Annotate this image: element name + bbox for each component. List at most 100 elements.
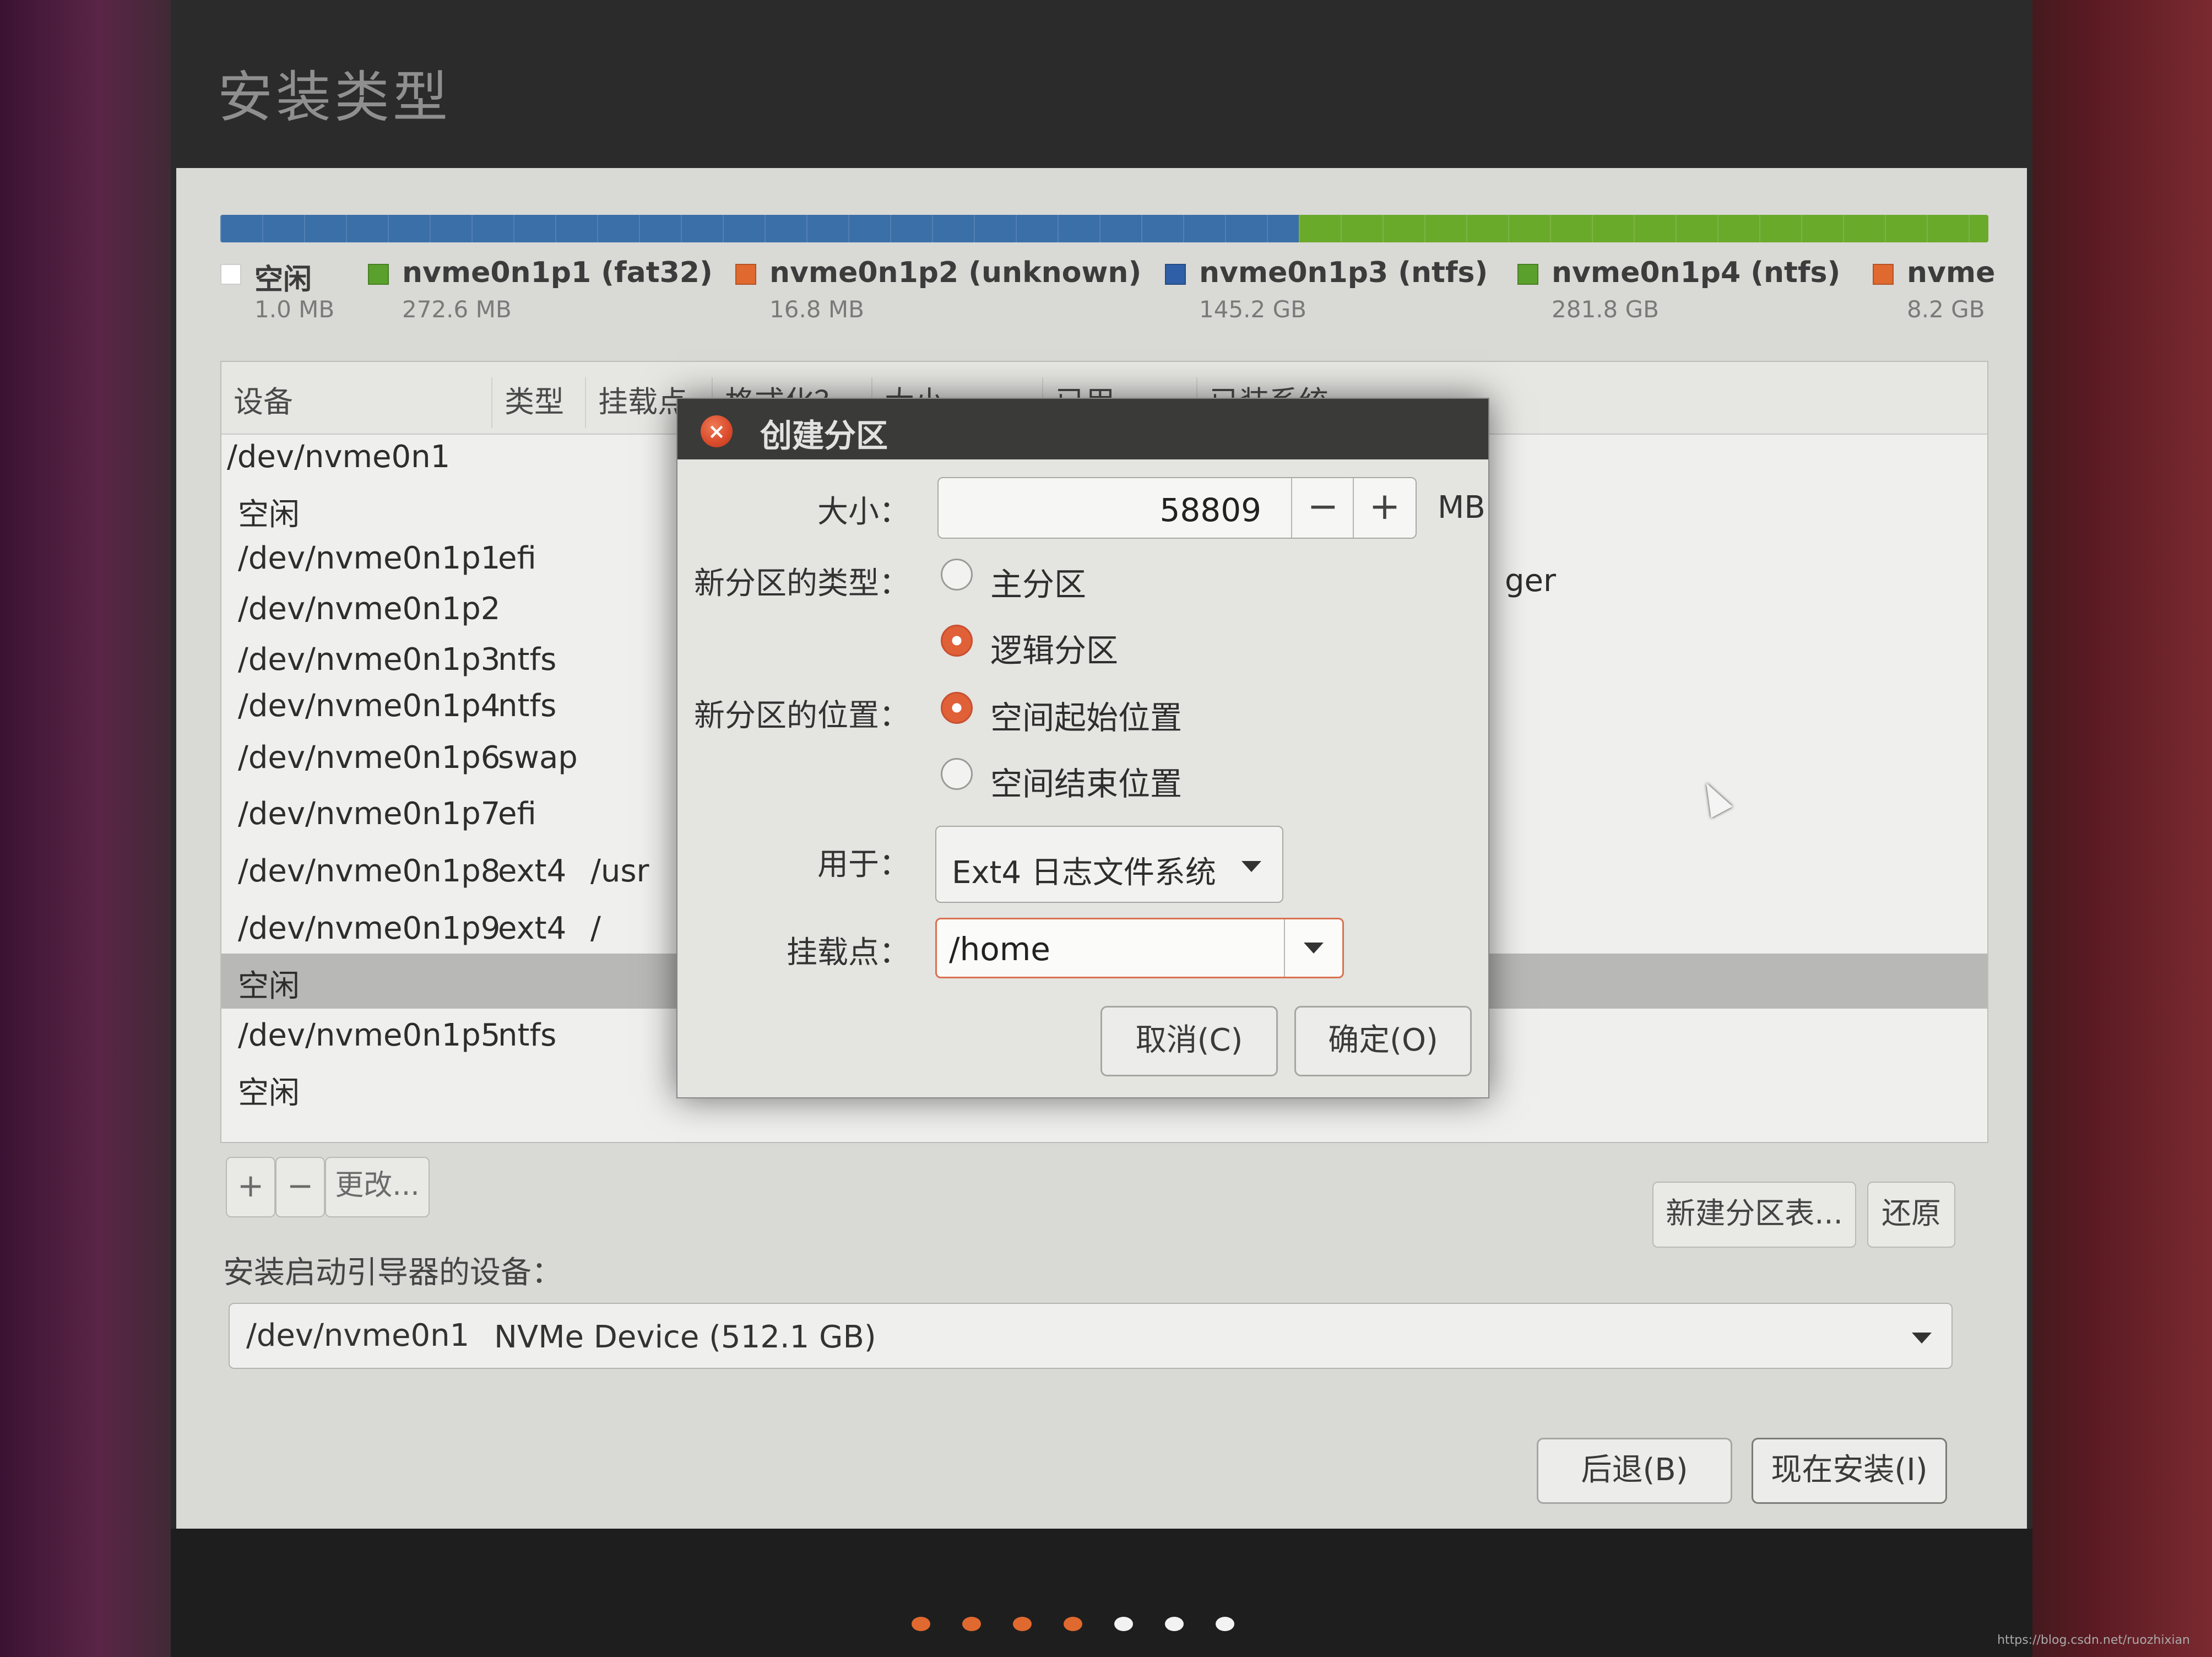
legend-swatch [1517, 264, 1538, 285]
legend-name: nvme0n1p2 (unknown) [769, 256, 1142, 289]
revert-button[interactable]: 还原 [1867, 1182, 1955, 1248]
row-type: efi [498, 796, 536, 832]
progress-dot [912, 1617, 930, 1631]
dialog-title: 创建分区 [760, 417, 888, 454]
row-type: ntfs [498, 642, 557, 678]
size-label: 大小： [817, 494, 910, 530]
size-decrement-button[interactable]: − [1291, 478, 1354, 538]
column-header-type[interactable]: 类型 [491, 377, 585, 428]
size-unit: MB [1438, 490, 1485, 526]
radio-logical-label[interactable]: 逻辑分区 [990, 625, 1118, 671]
row-device: /dev/nvme0n1p9 [238, 911, 501, 946]
column-header-device[interactable]: 设备 [221, 377, 491, 428]
boot-loader-device-select[interactable]: /dev/nvme0n1 NVMe Device (512.1 GB) [229, 1303, 1953, 1369]
row-type: ntfs [498, 1017, 557, 1053]
install-now-button[interactable]: 现在安装(I) [1752, 1438, 1947, 1504]
boot-device-name: /dev/nvme0n1 [246, 1318, 470, 1353]
row-type: efi [498, 540, 536, 576]
add-partition-button[interactable]: + [226, 1157, 275, 1217]
row-type: ext4 [498, 911, 567, 946]
legend-swatch [1873, 264, 1894, 285]
legend-name: nvme0n1p3 (ntfs) [1199, 256, 1488, 289]
progress-dot [1216, 1617, 1234, 1631]
radio-primary[interactable] [941, 559, 973, 591]
legend-size: 145.2 GB [1199, 296, 1306, 323]
size-value: 58809 [1159, 491, 1261, 529]
row-system-partial: ger [1505, 563, 1557, 599]
radio-logical[interactable] [941, 625, 973, 657]
size-increment-button[interactable]: + [1353, 478, 1416, 538]
row-device: /dev/nvme0n1p8 [238, 853, 501, 889]
row-type: ext4 [498, 853, 567, 889]
legend-size: 272.6 MB [402, 296, 512, 323]
row-device: /dev/nvme0n1p7 [238, 796, 501, 832]
new-partition-table-button[interactable]: 新建分区表... [1652, 1182, 1856, 1248]
legend-swatch [220, 264, 241, 285]
row-device: /dev/nvme0n1p4 [238, 688, 501, 724]
create-partition-dialog: × 创建分区 大小： 58809 − + MB 新分区的类型： 主分区 逻辑分区… [676, 398, 1489, 1098]
mount-point-label: 挂载点： [787, 935, 910, 971]
watermark: https://blog.csdn.net/ruozhixian [1997, 1633, 2190, 1647]
page-title: 安装类型 [218, 65, 451, 129]
filesystem-value: Ext4 日志文件系统 [952, 855, 1216, 891]
legend-size: 8.2 GB [1907, 296, 1985, 323]
radio-location-end-label[interactable]: 空间结束位置 [990, 758, 1182, 804]
radio-primary-label[interactable]: 主分区 [990, 559, 1086, 605]
desktop-background-left [0, 0, 182, 1657]
legend-swatch [1165, 264, 1186, 285]
row-device: 空闲 [238, 968, 300, 1004]
partition-legend: 空闲 1.0 MB nvme0n1p1 (fat32) 272.6 MB nvm… [220, 256, 2005, 344]
change-partition-button[interactable]: 更改... [325, 1157, 430, 1217]
progress-dot [1064, 1617, 1082, 1631]
row-type: ntfs [498, 688, 557, 724]
use-as-label: 用于： [817, 847, 910, 882]
row-device: /dev/nvme0n1p3 [238, 642, 501, 678]
row-device: /dev/nvme0n1p5 [238, 1017, 501, 1053]
size-spinbox[interactable]: 58809 − + [937, 477, 1417, 539]
partition-bar-segment-ntfs-p3 [220, 215, 1299, 242]
progress-dot [962, 1617, 981, 1631]
progress-footer [171, 1529, 2032, 1657]
boot-device-description: NVMe Device (512.1 GB) [494, 1319, 876, 1355]
legend-name: nvme0n1p4 (ntfs) [1552, 256, 1841, 289]
radio-location-begin[interactable] [941, 692, 973, 724]
progress-dot [1013, 1617, 1032, 1631]
row-mount: / [590, 911, 601, 946]
legend-name: 空闲 [254, 263, 312, 296]
filesystem-select[interactable]: Ext4 日志文件系统 [935, 826, 1283, 903]
mount-point-dropdown-button[interactable] [1284, 919, 1342, 977]
chevron-down-icon [1912, 1333, 1932, 1344]
back-button[interactable]: 后退(B) [1537, 1438, 1732, 1504]
legend-size: 16.8 MB [769, 296, 864, 323]
partition-type-label: 新分区的类型： [694, 566, 910, 602]
chevron-down-icon [1304, 943, 1324, 954]
row-device: /dev/nvme0n1p6 [238, 740, 501, 776]
legend-size: 1.0 MB [254, 296, 335, 323]
row-device: /dev/nvme0n1p2 [238, 591, 501, 627]
boot-loader-label: 安装启动引导器的设备： [223, 1255, 562, 1291]
dialog-titlebar: × 创建分区 [677, 399, 1488, 459]
row-type: swap [498, 740, 578, 776]
close-icon[interactable]: × [701, 415, 733, 447]
partition-location-label: 新分区的位置： [694, 698, 910, 734]
progress-dot [1165, 1617, 1184, 1631]
row-device: 空闲 [238, 497, 300, 533]
cancel-button[interactable]: 取消(C) [1100, 1006, 1278, 1076]
partition-bar [220, 215, 1988, 242]
mount-point-combo[interactable]: /home [935, 918, 1344, 978]
legend-name: nvme [1907, 256, 1996, 289]
partition-bar-segment-ntfs-p4 [1299, 215, 1988, 242]
row-mount: /usr [590, 853, 649, 889]
radio-location-end[interactable] [941, 758, 973, 790]
chevron-down-icon [1241, 861, 1261, 872]
remove-partition-button[interactable]: − [275, 1157, 325, 1217]
progress-dot [1114, 1617, 1133, 1631]
legend-swatch [368, 264, 389, 285]
mount-point-input[interactable]: /home [949, 930, 1050, 968]
row-device: /dev/nvme0n1p1 [238, 540, 501, 576]
legend-size: 281.8 GB [1552, 296, 1659, 323]
legend-name: nvme0n1p1 (fat32) [402, 256, 713, 289]
ok-button[interactable]: 确定(O) [1294, 1006, 1472, 1076]
radio-location-begin-label[interactable]: 空间起始位置 [990, 692, 1182, 738]
legend-swatch [735, 264, 756, 285]
